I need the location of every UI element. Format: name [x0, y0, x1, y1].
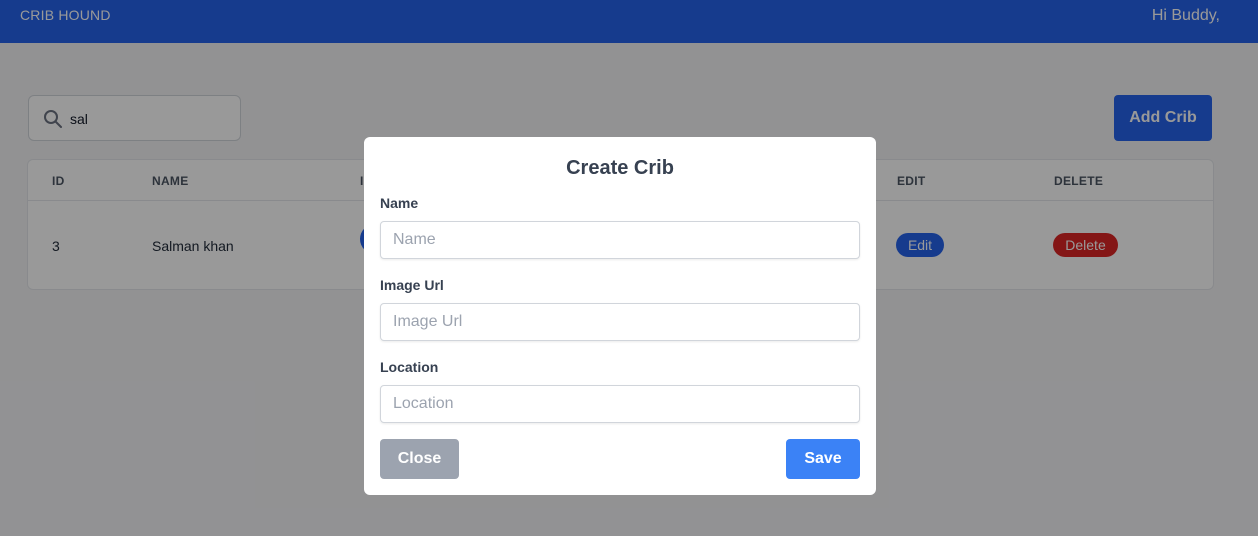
name-field[interactable]	[380, 221, 860, 259]
create-crib-modal: Create Crib Name Image Url Location Clos…	[364, 137, 876, 495]
save-button[interactable]: Save	[786, 439, 860, 479]
close-button[interactable]: Close	[380, 439, 459, 479]
location-label: Location	[380, 359, 439, 375]
location-field[interactable]	[380, 385, 860, 423]
image-url-label: Image Url	[380, 277, 444, 293]
modal-title: Create Crib	[566, 157, 674, 179]
name-label: Name	[380, 195, 419, 211]
image-url-field[interactable]	[380, 303, 860, 341]
